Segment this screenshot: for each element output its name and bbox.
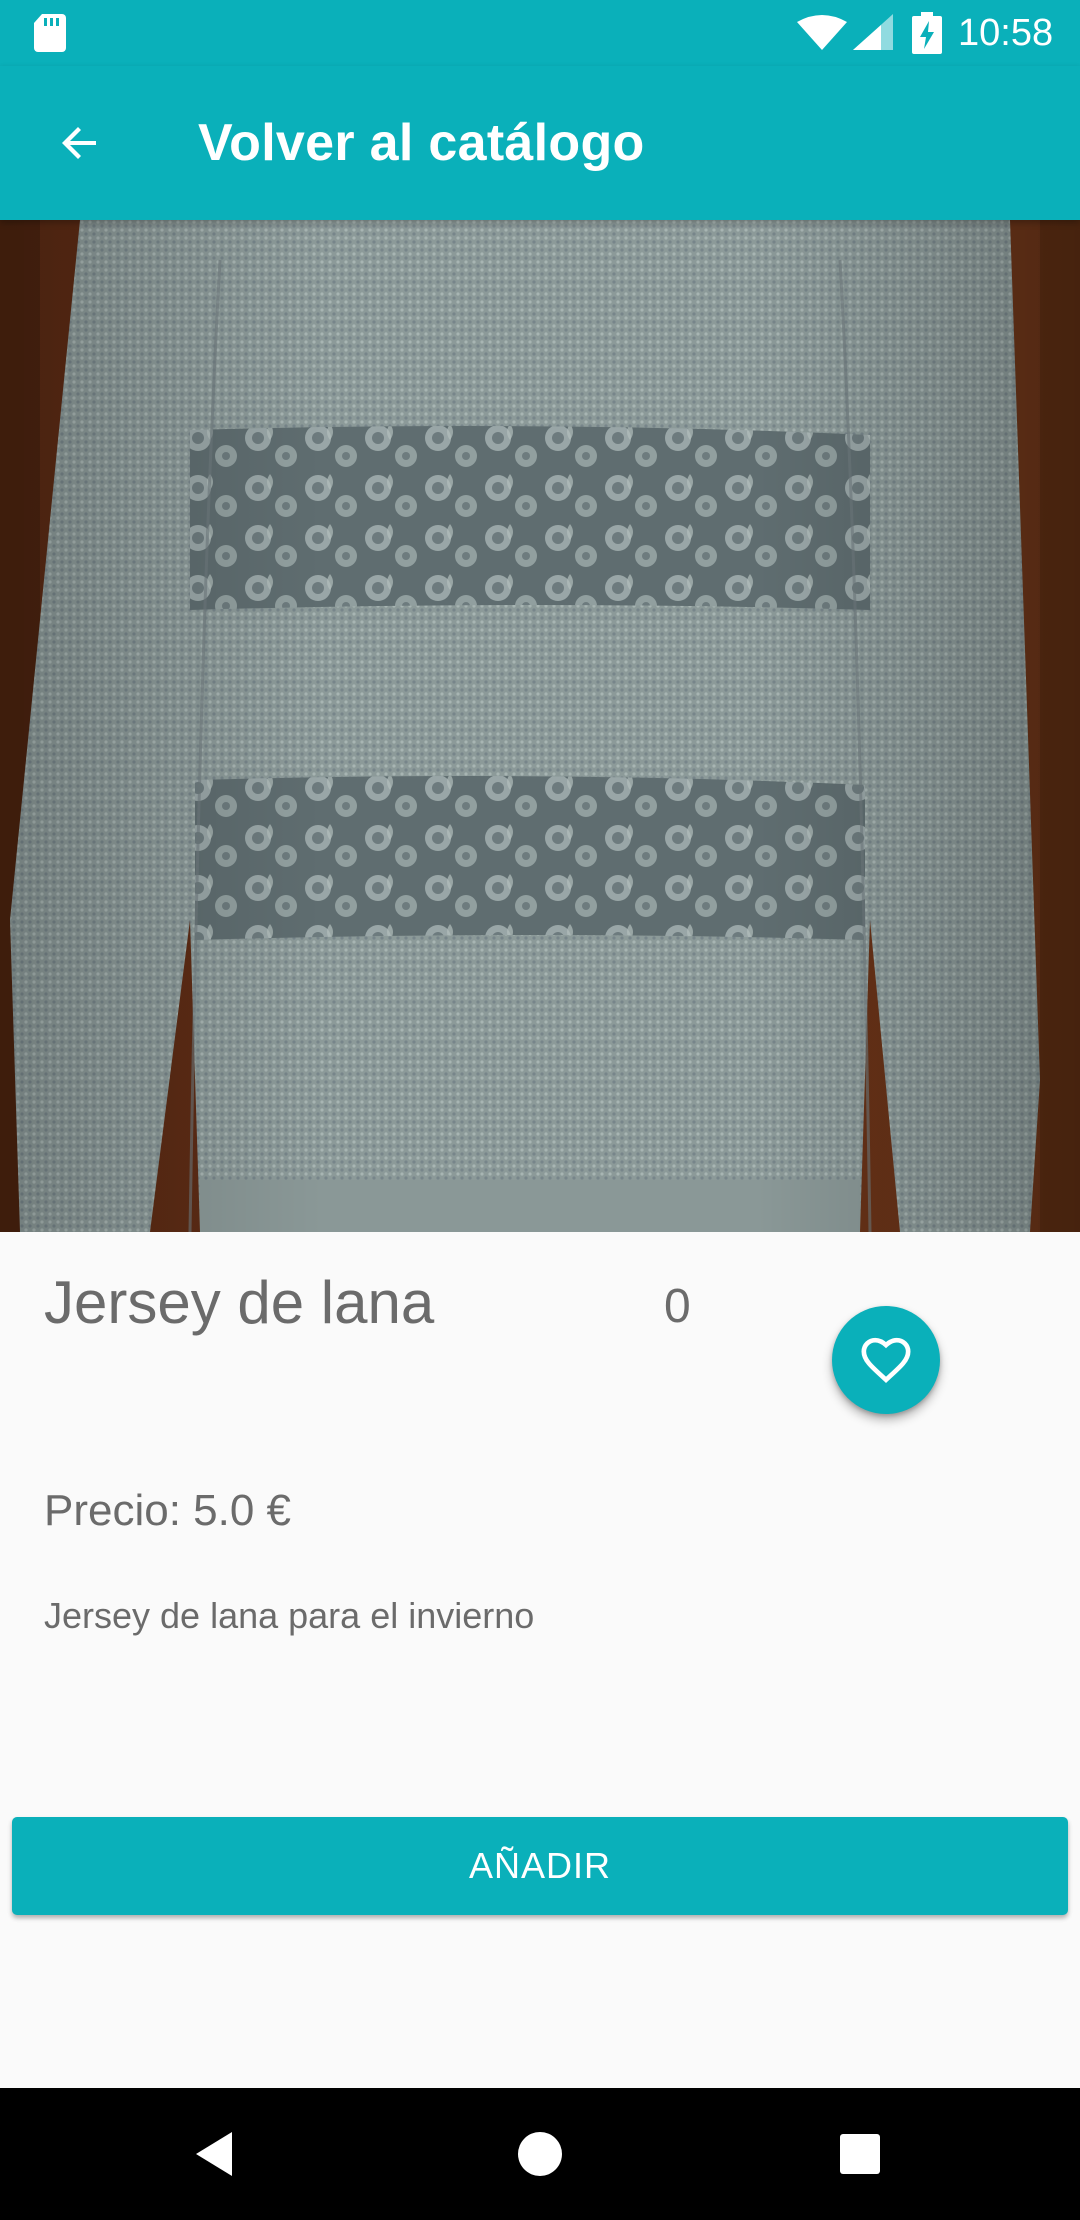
system-nav-bar	[0, 2088, 1080, 2220]
product-price: Precio: 5.0 €	[44, 1486, 292, 1535]
like-count: 0	[664, 1280, 691, 1333]
product-description: Jersey de lana para el invierno	[44, 1595, 535, 1636]
arrow-back-icon	[62, 127, 96, 159]
heart-outline-icon	[861, 1337, 911, 1384]
signal-icon	[853, 14, 893, 50]
product-image	[0, 220, 1080, 1232]
back-button[interactable]	[40, 103, 120, 183]
sd-card-icon	[34, 14, 66, 52]
sweater-photo	[0, 220, 1080, 1232]
battery-charging-icon	[912, 12, 942, 54]
wifi-icon	[797, 15, 847, 50]
nav-home-icon[interactable]	[516, 2130, 564, 2178]
add-button-label: AÑADIR	[468, 1845, 612, 1886]
status-time: 10:58	[958, 12, 1054, 54]
product-name: Jersey de lana	[44, 1269, 435, 1336]
toolbar-title: Volver al catálogo	[198, 114, 645, 172]
add-button[interactable]: AÑADIR	[12, 1817, 1068, 1915]
favorite-button[interactable]	[832, 1306, 940, 1414]
status-bar: 10:58	[0, 0, 1080, 66]
app-toolbar: Volver al catálogo	[0, 66, 1080, 220]
nav-back-icon[interactable]	[190, 2128, 242, 2180]
nav-recents-icon[interactable]	[838, 2132, 882, 2176]
